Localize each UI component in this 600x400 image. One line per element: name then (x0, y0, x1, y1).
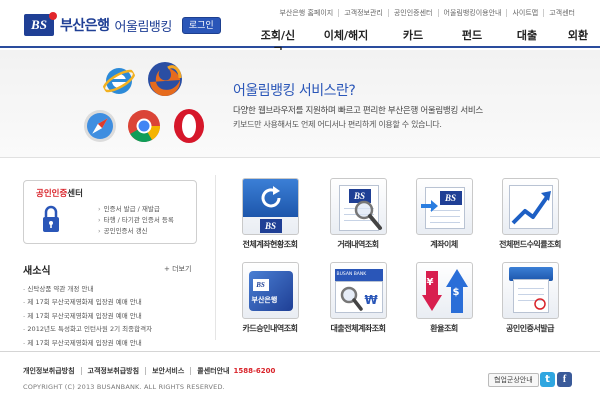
news-list: 신탁상품 약관 개정 안내 제 17회 부산국제영화제 입장권 예매 안내 제 … (23, 283, 203, 350)
news-more-link[interactable]: + 더보기 (164, 264, 191, 274)
service-certificate-issue[interactable]: 공인인증서발급 (490, 262, 570, 334)
yen-sign-icon: ¥ (426, 277, 434, 288)
bank-passbook-header: BUSAN BANK (334, 269, 383, 281)
news-item[interactable]: 제 17회 부산국제영화제 입장권 예매 안내 (23, 310, 203, 323)
util-link-sitemap[interactable]: 사이트맵 (506, 9, 543, 17)
cert-link-renew[interactable]: 공인인증서 갱신 (98, 226, 174, 237)
transfer-icon: BS (415, 178, 473, 235)
cert-title-highlight: 공인인증 (36, 189, 68, 199)
arrow-down-icon (421, 271, 442, 311)
news-item[interactable]: 제 17회 부산국제영화제 입장권 예매 안내 (23, 337, 203, 350)
service-name: 어울림뱅킹 (114, 19, 173, 35)
stamp-icon (533, 298, 546, 310)
service-all-accounts[interactable]: BS 전체계좌현황조회 (230, 178, 310, 250)
cert-center-box: 공인인증센터 인증서 발급 / 재발급 타행 / 타기관 인증서 등록 공인인증… (23, 180, 197, 244)
bs-mini-logo: BS (439, 191, 462, 205)
hero-subdescription: 키보드만 사용해서도 언제 어디서나 편리하게 이용할 수 있습니다. (233, 120, 442, 129)
doc-line (517, 288, 544, 289)
service-label: 환율조회 (430, 324, 458, 333)
login-button[interactable]: 로그인 (181, 16, 221, 34)
certificate-icon (501, 262, 559, 319)
bs-mini-logo: BS (252, 279, 269, 291)
magnifier-icon: BS (329, 178, 387, 235)
chrome-icon (128, 110, 161, 143)
util-link-guide[interactable]: 어울림뱅킹이용안내 (437, 9, 507, 17)
won-sign-icon: ₩ (364, 293, 378, 307)
cert-center-title[interactable]: 공인인증센터 (36, 187, 83, 199)
util-link-customer-info[interactable]: 고객정보관리 (338, 9, 388, 17)
firefox-icon (148, 62, 182, 97)
search-lens-icon (354, 200, 382, 230)
hero-title: 어울림뱅킹 서비스란? (233, 83, 356, 99)
service-label: 전체계좌현황조회 (242, 240, 298, 249)
call-center-phone: 1588-6200 (233, 367, 276, 375)
call-center-label: 콜센터안내 (197, 367, 230, 375)
column-divider (215, 175, 216, 340)
copyright: COPYRIGHT (C) 2013 BUSANBANK. ALL RIGHTS… (23, 383, 225, 391)
footer-links: 개인정보취급방침 고객정보취급방침 보안서비스 콜센터안내 1588-6200 (23, 367, 281, 375)
hero-description: 다양한 웹브라우저를 지원하며 빠르고 편리한 부산은행 어울림뱅킹 서비스 (233, 106, 483, 116)
news-item[interactable]: 제 17회 부산국제영화제 입장권 예매 안내 (23, 296, 203, 309)
safari-icon (84, 110, 116, 142)
service-transfer[interactable]: BS 계좌이체 (404, 178, 484, 250)
dollar-sign-icon: $ (452, 287, 460, 298)
util-link-cert-center[interactable]: 공인인증센터 (387, 9, 438, 17)
rising-chart-icon (501, 178, 559, 235)
cert-title-rest: 센터 (67, 189, 83, 199)
exchange-icon: ¥ $ (415, 262, 473, 319)
doc-line (429, 216, 460, 217)
footer-link-call-center[interactable]: 콜센터안내 1588-6200 (190, 367, 281, 375)
card-brand-text: 부산은행 (251, 296, 278, 304)
lock-icon (43, 205, 59, 232)
trend-up-icon (511, 191, 551, 225)
footer-link-security[interactable]: 보안서비스 (145, 367, 190, 375)
browser-icons (80, 56, 210, 152)
refresh-arrow-icon (261, 186, 280, 208)
bs-logo-icon: BS (24, 12, 57, 36)
bank-name: 부산은행 (60, 18, 110, 34)
twitter-icon[interactable]: t (540, 372, 555, 387)
service-label: 계좌이체 (430, 240, 458, 249)
arrow-right-icon (420, 200, 438, 212)
news-title: 새소식 (23, 266, 51, 277)
util-link-homepage[interactable]: 부산은행 홈페이지 (274, 9, 338, 17)
internet-explorer-icon (102, 68, 136, 94)
news-item[interactable]: 신탁상품 약관 개정 안내 (23, 283, 203, 296)
bs-mini-logo: BS (259, 219, 282, 233)
search-lens-icon (340, 286, 363, 311)
service-loan-accounts[interactable]: BUSAN BANK ₩ 대출전체계좌조회 (318, 262, 398, 334)
util-link-customer-center[interactable]: 고객센터 (543, 9, 580, 17)
service-transactions[interactable]: BS 거래내역조회 (318, 178, 398, 250)
logo[interactable]: BS 부산은행 어울림뱅킹 로그인 (24, 12, 221, 36)
utility-links: 부산은행 홈페이지 고객정보관리 공인인증센터 어울림뱅킹이용안내 사이트맵 고… (274, 9, 580, 17)
affiliate-button[interactable]: 협업군상안내 (488, 373, 539, 387)
loan-search-icon: BUSAN BANK ₩ (329, 262, 387, 319)
opera-icon (174, 109, 204, 143)
doc-line (429, 222, 460, 223)
service-label: 거래내역조회 (337, 240, 379, 249)
cert-link-issue[interactable]: 인증서 발급 / 재발급 (98, 204, 174, 215)
cert-link-register[interactable]: 타행 / 타기관 인증서 등록 (98, 215, 174, 226)
news-item[interactable]: 2012년도 특성화고 인턴사원 2기 최종합격자 (23, 323, 203, 336)
service-label: 카드승인내역조회 (242, 324, 298, 333)
refresh-icon: BS (241, 178, 299, 235)
service-label: 공인인증서발급 (505, 324, 555, 333)
bank-card: BS 부산은행 (248, 271, 293, 311)
header: BS 부산은행 어울림뱅킹 로그인 부산은행 홈페이지 고객정보관리 공인인증센… (0, 0, 600, 58)
footer-link-customer-info[interactable]: 고객정보취급방침 (80, 367, 146, 375)
service-exchange-rates[interactable]: ¥ $ 환율조회 (404, 262, 484, 334)
service-card-approvals[interactable]: BS 부산은행 카드승인내역조회 (230, 262, 310, 334)
service-label: 대출전체계좌조회 (330, 324, 386, 333)
footer-link-privacy[interactable]: 개인정보취급방침 (23, 367, 81, 375)
service-label: 전체펀드수익률조회 (499, 240, 561, 249)
facebook-icon[interactable]: f (557, 372, 572, 387)
cert-links: 인증서 발급 / 재발급 타행 / 타기관 인증서 등록 공인인증서 갱신 (98, 204, 174, 237)
footer: 개인정보취급방침 고객정보취급방침 보안서비스 콜센터안내 1588-6200 C… (0, 351, 600, 400)
doc-line (517, 294, 544, 295)
card-icon: BS 부산은행 (241, 262, 299, 319)
service-fund-returns[interactable]: 전체펀드수익률조회 (490, 178, 570, 250)
